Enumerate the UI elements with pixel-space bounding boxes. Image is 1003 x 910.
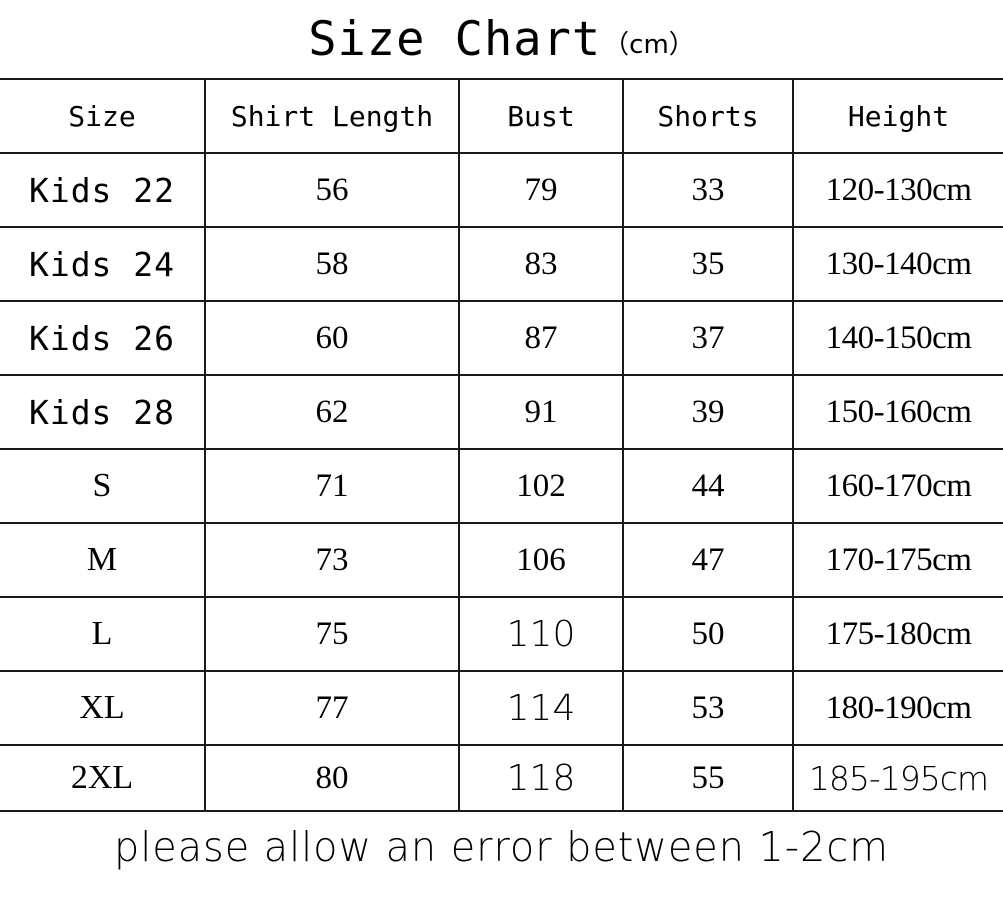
cell-bust: 118 (459, 745, 624, 812)
cell-shorts: 47 (623, 523, 794, 598)
table-header-row: Size Shirt Length Bust Shorts Height (0, 78, 1003, 154)
cell-shorts: 53 (623, 671, 794, 746)
cell-bust: 87 (459, 301, 624, 376)
page-title: Size Chart （cm） (0, 0, 1003, 78)
cell-size: Kids 24 (0, 227, 206, 302)
cell-shirt-length: 71 (205, 449, 460, 524)
cell-shirt-length: 58 (205, 227, 460, 302)
cell-size: M (0, 523, 206, 598)
cell-shorts: 37 (623, 301, 794, 376)
cell-size: Kids 22 (0, 153, 206, 228)
cell-bust: 114 (459, 671, 624, 746)
cell-bust: 106 (459, 523, 624, 598)
cell-height: 140-150cm (793, 301, 1003, 376)
table-row: Kids 24 58 83 35 130-140cm (0, 227, 1003, 302)
cell-height: 160-170cm (793, 449, 1003, 524)
column-header-size: Size (0, 78, 206, 154)
page-title-unit: （cm） (603, 30, 695, 60)
cell-height: 150-160cm (793, 375, 1003, 450)
cell-height: 170-175cm (793, 523, 1003, 598)
cell-size: XL (0, 671, 206, 746)
cell-size: Kids 26 (0, 301, 206, 376)
table-row: M 73 106 47 170-175cm (0, 523, 1003, 598)
cell-shirt-length: 56 (205, 153, 460, 228)
cell-shorts: 50 (623, 597, 794, 672)
cell-size: L (0, 597, 206, 672)
table-row: XL 77 114 53 180-190cm (0, 671, 1003, 746)
cell-shorts: 39 (623, 375, 794, 450)
table-row: Kids 26 60 87 37 140-150cm (0, 301, 1003, 376)
cell-height: 130-140cm (793, 227, 1003, 302)
column-header-shorts: Shorts (623, 78, 794, 154)
cell-height: 175-180cm (793, 597, 1003, 672)
cell-bust: 83 (459, 227, 624, 302)
cell-size: S (0, 449, 206, 524)
cell-size: 2XL (0, 745, 206, 812)
cell-shirt-length: 73 (205, 523, 460, 598)
column-header-bust: Bust (459, 78, 624, 154)
cell-shirt-length: 62 (205, 375, 460, 450)
cell-shirt-length: 75 (205, 597, 460, 672)
cell-height: 185-195cm (793, 745, 1003, 812)
table-row: 2XL 80 118 55 185-195cm (0, 745, 1003, 812)
page-title-text: Size Chart (308, 11, 602, 67)
table-row: Kids 28 62 91 39 150-160cm (0, 375, 1003, 450)
table-row: S 71 102 44 160-170cm (0, 449, 1003, 524)
cell-shirt-length: 80 (205, 745, 460, 812)
cell-shorts: 44 (623, 449, 794, 524)
cell-shirt-length: 60 (205, 301, 460, 376)
column-header-height: Height (793, 78, 1003, 154)
column-header-shirt-length: Shirt Length (205, 78, 460, 154)
size-chart-page: Size Chart （cm） Size Shirt Length Bust Sh… (0, 0, 1003, 910)
cell-size: Kids 28 (0, 375, 206, 450)
cell-bust: 79 (459, 153, 624, 228)
table-row: Kids 22 56 79 33 120-130cm (0, 153, 1003, 228)
cell-shirt-length: 77 (205, 671, 460, 746)
cell-bust: 91 (459, 375, 624, 450)
cell-height: 180-190cm (793, 671, 1003, 746)
size-chart-table: Size Shirt Length Bust Shorts Height Kid… (0, 78, 1003, 812)
cell-bust: 110 (459, 597, 624, 672)
cell-shorts: 55 (623, 745, 794, 812)
footer-note: please allow an error between 1-2cm (114, 823, 889, 871)
cell-shorts: 33 (623, 153, 794, 228)
cell-bust: 102 (459, 449, 624, 524)
cell-shorts: 35 (623, 227, 794, 302)
table-row: L 75 110 50 175-180cm (0, 597, 1003, 672)
cell-height: 120-130cm (793, 153, 1003, 228)
